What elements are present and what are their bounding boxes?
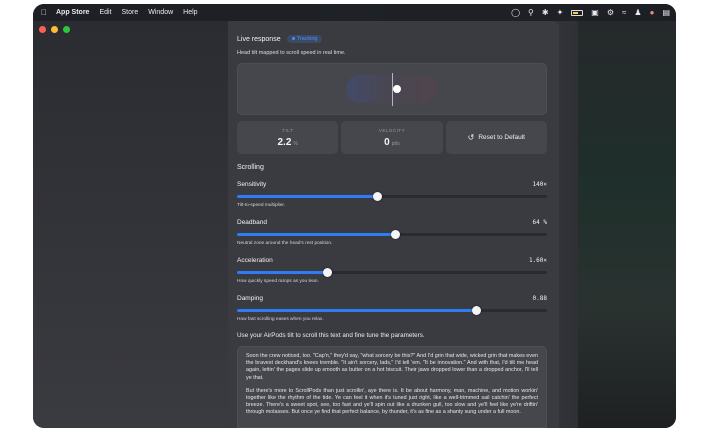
- menu-help[interactable]: Help: [183, 9, 197, 16]
- deadband-label: Deadband: [237, 219, 267, 226]
- velocity-unit: pt/s: [391, 141, 400, 147]
- control-center-icon[interactable]: ▤: [662, 8, 670, 17]
- deadband-thumb[interactable]: [391, 230, 401, 239]
- velocity-label: VELOCITY: [378, 128, 406, 133]
- head-position-indicator: [393, 85, 401, 93]
- tilt-label: TILT: [282, 128, 294, 133]
- battery-icon[interactable]: [571, 9, 584, 16]
- scrolling-section-title: Scrolling: [237, 164, 264, 171]
- status-dot-icon: [291, 37, 295, 41]
- acceleration-fill: [237, 271, 327, 274]
- window-controls: [39, 26, 70, 33]
- menu-window[interactable]: Window: [148, 9, 173, 16]
- damping-help: How fast scrolling eases when you relax.: [237, 317, 324, 322]
- deadband-fill: [237, 233, 396, 236]
- color-icon[interactable]: ●: [650, 8, 655, 17]
- acceleration-help: How quickly speed ramps as you lean.: [237, 279, 319, 284]
- sensitivity-slider[interactable]: [237, 192, 547, 201]
- reset-label: Reset to Default: [478, 134, 525, 141]
- menu-bar:  App Store Edit Store Window Help ◯ ⚲ ✱…: [33, 4, 676, 21]
- tilt-value: 2.2%: [237, 137, 338, 148]
- menu-app-name[interactable]: App Store: [56, 9, 89, 16]
- velocity-card: VELOCITY 0 pt/s: [341, 121, 443, 154]
- background-window-left: [33, 21, 228, 428]
- bluetooth-icon[interactable]: ✱: [542, 8, 549, 17]
- story-paragraph: But there's more to ScrollPods than just…: [246, 387, 538, 416]
- desktop-screen:  App Store Edit Store Window Help ◯ ⚲ ✱…: [33, 4, 676, 428]
- acceleration-slider[interactable]: [237, 268, 547, 277]
- tilt-unit: %: [293, 141, 298, 147]
- background-window-right: [578, 21, 676, 428]
- damping-value: 0.88: [532, 295, 547, 302]
- deadband-help: Neutral zone around the head's rest posi…: [237, 241, 333, 246]
- zoom-button[interactable]: [63, 26, 70, 33]
- sensitivity-fill: [237, 195, 377, 198]
- user-icon[interactable]: ♟: [634, 8, 641, 17]
- live-response-title: Live response: [237, 35, 281, 43]
- damping-thumb[interactable]: [471, 306, 481, 315]
- airpods-icon[interactable]: ◯: [511, 8, 520, 17]
- sensitivity-help: Tilt-to-speed multiplier.: [237, 203, 286, 208]
- tracking-badge: Tracking: [286, 35, 323, 43]
- sensitivity-label: Sensitivity: [237, 181, 267, 188]
- damping-label: Damping: [237, 295, 264, 302]
- reset-icon: ↺: [467, 133, 475, 142]
- acceleration-thumb[interactable]: [322, 268, 332, 277]
- tilt-visualizer: [237, 63, 547, 115]
- velocity-number: 0: [384, 137, 390, 148]
- acceleration-label: Acceleration: [237, 257, 273, 264]
- settings-panel: Live response Tracking Head tilt mapped …: [229, 21, 559, 428]
- instruction-text: Use your AirPods tilt to scroll this tex…: [237, 332, 425, 339]
- search-icon[interactable]: ⚲: [528, 8, 534, 17]
- sensitivity-value: 140×: [532, 181, 547, 188]
- sensitivity-thumb[interactable]: [372, 192, 382, 201]
- deadband-slider[interactable]: [237, 230, 547, 239]
- damping-fill: [237, 309, 476, 312]
- menu-edit[interactable]: Edit: [99, 9, 111, 16]
- velocity-value: 0 pt/s: [341, 137, 442, 148]
- reset-to-default-button[interactable]: ↺ Reset to Default: [445, 121, 547, 154]
- acceleration-value: 1.60×: [528, 257, 547, 264]
- lightning-icon[interactable]: ✦: [557, 8, 564, 17]
- menu-store[interactable]: Store: [122, 9, 139, 16]
- screen-icon[interactable]: ▣: [591, 8, 599, 17]
- live-response-header: Live response Tracking: [237, 35, 323, 43]
- tilt-number: 2.2: [277, 137, 292, 148]
- scroll-test-text[interactable]: Soon the crew noticed, too. "Cap'n," the…: [237, 346, 547, 428]
- wifi-icon[interactable]: ≈: [622, 8, 626, 17]
- story-paragraph: Soon the crew noticed, too. "Cap'n," the…: [246, 353, 538, 381]
- live-response-subtitle: Head tilt mapped to scroll speed in real…: [237, 50, 346, 56]
- close-button[interactable]: [39, 26, 46, 33]
- minimize-button[interactable]: [51, 26, 58, 33]
- tilt-card: TILT 2.2%: [237, 121, 339, 154]
- gear-icon[interactable]: ⚙: [607, 8, 614, 17]
- status-area: ◯ ⚲ ✱ ✦ ▣ ⚙ ≈ ♟ ● ▤: [511, 4, 670, 21]
- apple-icon[interactable]: : [41, 8, 47, 17]
- deadband-value: 64 %: [532, 219, 547, 226]
- stats-row: TILT 2.2% VELOCITY 0 pt/s ↺ Reset to Defa…: [237, 121, 547, 154]
- tracking-label: Tracking: [296, 36, 318, 42]
- damping-slider[interactable]: [237, 306, 547, 315]
